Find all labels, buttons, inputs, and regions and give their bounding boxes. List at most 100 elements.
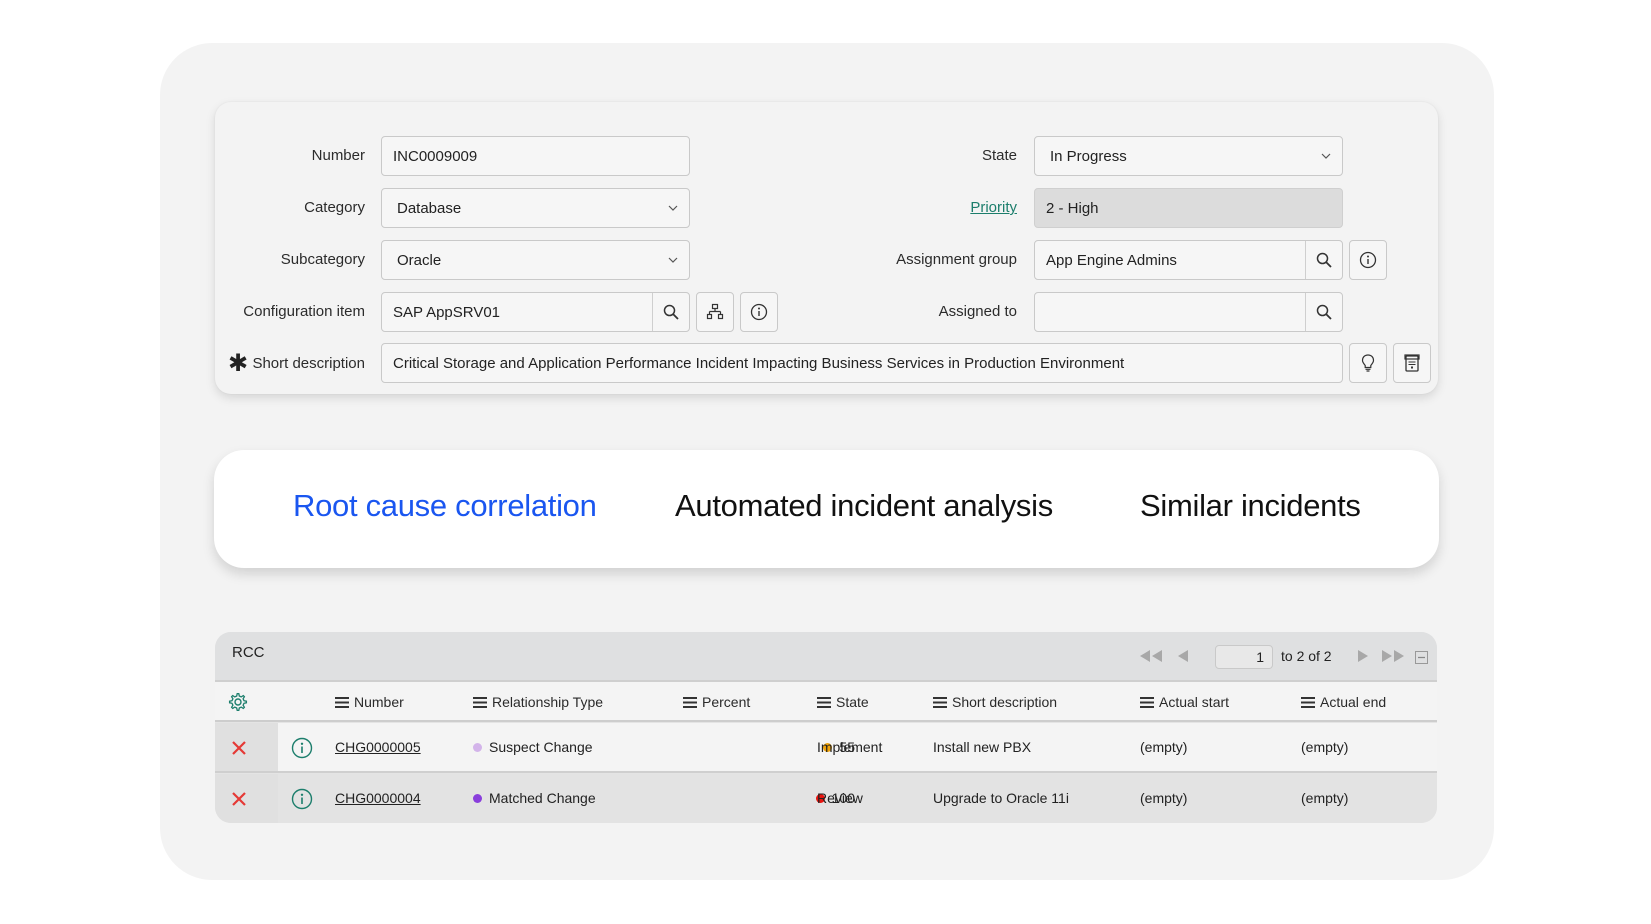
- column-menu-icon[interactable]: [1140, 696, 1154, 708]
- info-icon[interactable]: [291, 788, 313, 810]
- last-page-icon[interactable]: [1379, 649, 1407, 663]
- configuration-item-label: Configuration item: [243, 303, 365, 320]
- list-header: RCC 1 to 2 of 2: [215, 632, 1437, 682]
- actual-start-cell: (empty): [1140, 739, 1188, 755]
- chevron-down-icon: [1321, 153, 1331, 159]
- column-state[interactable]: State: [817, 694, 869, 710]
- suggestion-button[interactable]: [1349, 343, 1387, 383]
- column-menu-icon[interactable]: [473, 696, 487, 708]
- info-icon: [1359, 251, 1377, 269]
- column-label: Actual end: [1320, 694, 1387, 710]
- column-menu-icon[interactable]: [1301, 696, 1315, 708]
- list-title: RCC: [232, 644, 265, 661]
- priority-field: 2 - High: [1034, 188, 1343, 228]
- short-description-field[interactable]: Critical Storage and Application Perform…: [381, 343, 1343, 383]
- number-value: INC0009009: [393, 147, 478, 165]
- required-asterisk-icon: ✱: [228, 350, 249, 377]
- actual-end-cell: (empty): [1301, 739, 1349, 755]
- number-label: Number: [311, 147, 365, 164]
- configuration-item-field[interactable]: SAP AppSRV01: [381, 292, 690, 332]
- tab-similar-incidents[interactable]: Similar incidents: [1140, 488, 1361, 524]
- tab-automated-incident-analysis[interactable]: Automated incident analysis: [675, 488, 1053, 524]
- state-cell: Implement: [817, 739, 883, 755]
- collapse-list-icon[interactable]: [1415, 651, 1428, 664]
- relationship-type-text: Matched Change: [489, 790, 596, 806]
- template-button[interactable]: [1393, 343, 1431, 383]
- state-select[interactable]: In Progress: [1034, 136, 1343, 176]
- column-menu-icon[interactable]: [335, 696, 349, 708]
- priority-label-link[interactable]: Priority: [970, 199, 1017, 216]
- column-label: State: [836, 694, 869, 710]
- assignment-group-value: App Engine Admins: [1046, 251, 1177, 269]
- short-description-cell: Upgrade to Oracle 11i: [933, 790, 1069, 806]
- column-menu-icon[interactable]: [683, 696, 697, 708]
- relationship-dot-icon: [473, 742, 482, 752]
- table-row: CHG0000004 Matched Change 100 Review Upg…: [215, 774, 1437, 823]
- search-icon: [1316, 304, 1332, 320]
- change-number-link[interactable]: CHG0000004: [335, 790, 421, 806]
- priority-value: 2 - High: [1046, 199, 1099, 217]
- chevron-down-icon: [668, 205, 678, 211]
- short-description-value: Critical Storage and Application Perform…: [393, 354, 1125, 372]
- subcategory-select[interactable]: Oracle: [381, 240, 690, 280]
- subcategory-label: Subcategory: [280, 251, 365, 268]
- column-menu-icon[interactable]: [933, 696, 947, 708]
- column-label: Percent: [702, 694, 751, 710]
- show-dependency-map-button[interactable]: [696, 292, 734, 332]
- state-value: In Progress: [1050, 147, 1127, 165]
- gear-icon[interactable]: [228, 692, 248, 712]
- relationship-type-cell: Suspect Change: [473, 739, 593, 755]
- pagination: 1 to 2 of 2: [1127, 632, 1437, 682]
- category-value: Database: [397, 199, 462, 217]
- chevron-down-icon: [668, 257, 678, 263]
- column-short-description[interactable]: Short description: [933, 694, 1057, 710]
- column-menu-icon[interactable]: [817, 696, 831, 708]
- state-label: State: [981, 147, 1017, 164]
- actual-start-cell: (empty): [1140, 790, 1188, 806]
- column-actual-end[interactable]: Actual end: [1301, 694, 1386, 710]
- info-icon[interactable]: [291, 737, 313, 759]
- short-description-cell: Install new PBX: [933, 739, 1032, 755]
- search-icon: [1316, 252, 1332, 268]
- assigned-to-label: Assigned to: [938, 303, 1017, 320]
- remove-icon[interactable]: [231, 740, 247, 756]
- table-row: CHG0000005 Suspect Change 55 Implement I…: [215, 723, 1437, 773]
- configuration-item-value: SAP AppSRV01: [393, 303, 501, 321]
- column-percent[interactable]: Percent: [683, 694, 750, 710]
- previous-page-icon[interactable]: [1176, 649, 1190, 663]
- first-page-icon[interactable]: [1137, 649, 1165, 663]
- change-number-link[interactable]: CHG0000005: [335, 739, 421, 755]
- assignment-group-label: Assignment group: [896, 251, 1017, 268]
- column-label: Number: [354, 694, 404, 710]
- configuration-item-lookup-button[interactable]: [652, 293, 689, 331]
- page-number-input[interactable]: 1: [1215, 645, 1273, 669]
- relationship-type-cell: Matched Change: [473, 790, 596, 806]
- search-icon: [663, 304, 679, 320]
- category-label: Category: [304, 199, 365, 216]
- category-select[interactable]: Database: [381, 188, 690, 228]
- assignment-group-field[interactable]: App Engine Admins: [1034, 240, 1343, 280]
- column-relationship-type[interactable]: Relationship Type: [473, 694, 603, 710]
- number-field[interactable]: INC0009009: [381, 136, 690, 176]
- column-header-row: Number Relationship Type Percent State S…: [215, 682, 1437, 722]
- relationship-type-text: Suspect Change: [489, 739, 593, 755]
- tab-root-cause-correlation[interactable]: Root cause correlation: [293, 488, 597, 524]
- subcategory-value: Oracle: [397, 251, 442, 269]
- column-label: Short description: [952, 694, 1058, 710]
- configuration-item-info-button[interactable]: [740, 292, 778, 332]
- feature-tabs: Root cause correlation Automated inciden…: [214, 450, 1439, 568]
- page-range-text: to 2 of 2: [1281, 648, 1332, 664]
- relationship-dot-icon: [473, 793, 482, 803]
- assignment-group-lookup-button[interactable]: [1305, 241, 1342, 279]
- remove-icon[interactable]: [231, 791, 247, 807]
- short-description-label: Short description: [252, 355, 365, 372]
- assigned-to-lookup-button[interactable]: [1305, 293, 1342, 331]
- assignment-group-info-button[interactable]: [1349, 240, 1387, 280]
- next-page-icon[interactable]: [1356, 649, 1370, 663]
- column-actual-start[interactable]: Actual start: [1140, 694, 1229, 710]
- column-number[interactable]: Number: [335, 694, 404, 710]
- assigned-to-field[interactable]: [1034, 292, 1343, 332]
- actual-end-cell: (empty): [1301, 790, 1349, 806]
- dependency-map-icon: [706, 303, 724, 320]
- column-label: Relationship Type: [492, 694, 604, 710]
